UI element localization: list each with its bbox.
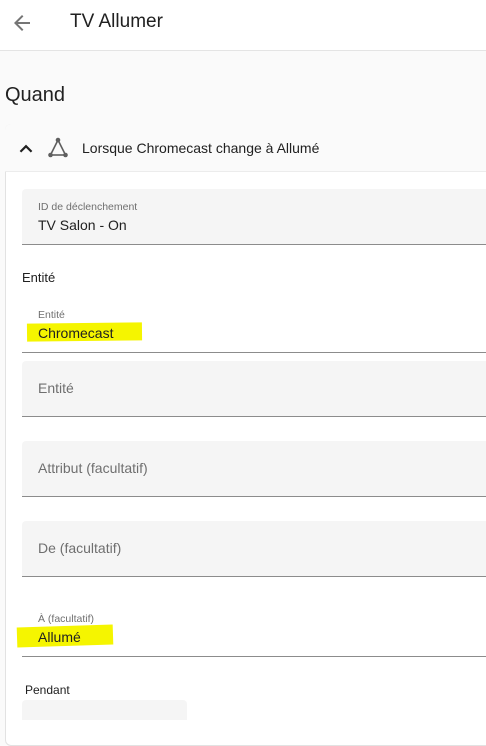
trigger-summary: Lorsque Chromecast change à Allumé — [82, 140, 320, 156]
to-label: À (facultatif) — [38, 613, 95, 625]
trigger-id-value: TV Salon - On — [38, 217, 127, 233]
state-trigger-icon — [46, 136, 70, 160]
arrow-left-icon — [14, 15, 30, 31]
entity-label: Entité — [38, 309, 65, 321]
collapse-button[interactable] — [19, 141, 33, 155]
back-button[interactable] — [10, 11, 34, 35]
attribute-field[interactable]: Attribut (facultatif) — [22, 441, 486, 497]
trigger-id-label: ID de déclenchement — [38, 201, 138, 213]
entity-field[interactable]: Entité Chromecast — [22, 297, 486, 353]
trigger-id-field[interactable]: ID de déclenchement TV Salon - On — [22, 189, 486, 245]
to-field[interactable]: À (facultatif) Allumé — [22, 601, 486, 657]
section-title-triggers: Quand — [5, 84, 66, 106]
chevron-up-icon — [19, 144, 33, 153]
entity-heading: Entité — [22, 270, 56, 285]
duration-input[interactable] — [22, 700, 187, 720]
attribute-placeholder: Attribut (facultatif) — [38, 460, 148, 476]
from-field[interactable]: De (facultatif) — [22, 521, 486, 577]
from-placeholder: De (facultatif) — [38, 540, 122, 556]
to-value: Allumé — [38, 629, 81, 645]
entity-add-placeholder: Entité — [38, 380, 74, 396]
entity-add-field[interactable]: Entité — [22, 361, 486, 417]
page-title: TV Allumer — [70, 11, 163, 32]
duration-label: Pendant — [25, 683, 70, 697]
app-toolbar: TV Allumer — [0, 0, 486, 51]
entity-value: Chromecast — [38, 325, 114, 341]
